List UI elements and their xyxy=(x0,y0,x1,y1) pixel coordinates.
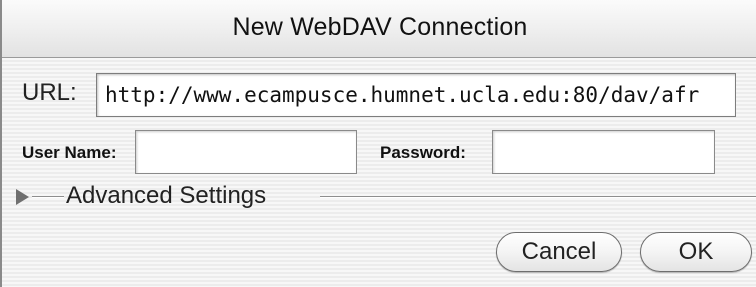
advanced-divider-left xyxy=(32,196,64,198)
url-label: URL: xyxy=(22,79,77,106)
username-input[interactable] xyxy=(135,130,357,174)
password-label: Password: xyxy=(380,143,466,162)
webdav-dialog: New WebDAV Connection URL: http://www.ec… xyxy=(0,0,756,287)
advanced-settings-label[interactable]: Advanced Settings xyxy=(66,182,266,210)
url-input-value: http://www.ecampusce.humnet.ucla.edu:80/… xyxy=(105,83,700,107)
dialog-title: New WebDAV Connection xyxy=(232,13,528,41)
username-label: User Name: xyxy=(22,143,117,162)
ok-button[interactable]: OK xyxy=(640,232,752,272)
password-input[interactable] xyxy=(492,130,715,174)
advanced-divider-right xyxy=(320,196,756,198)
cancel-button[interactable]: Cancel xyxy=(496,232,622,272)
disclosure-triangle-right-icon[interactable] xyxy=(16,189,29,205)
title-bar[interactable]: New WebDAV Connection xyxy=(2,0,756,58)
url-input[interactable]: http://www.ecampusce.humnet.ucla.edu:80/… xyxy=(96,73,736,117)
